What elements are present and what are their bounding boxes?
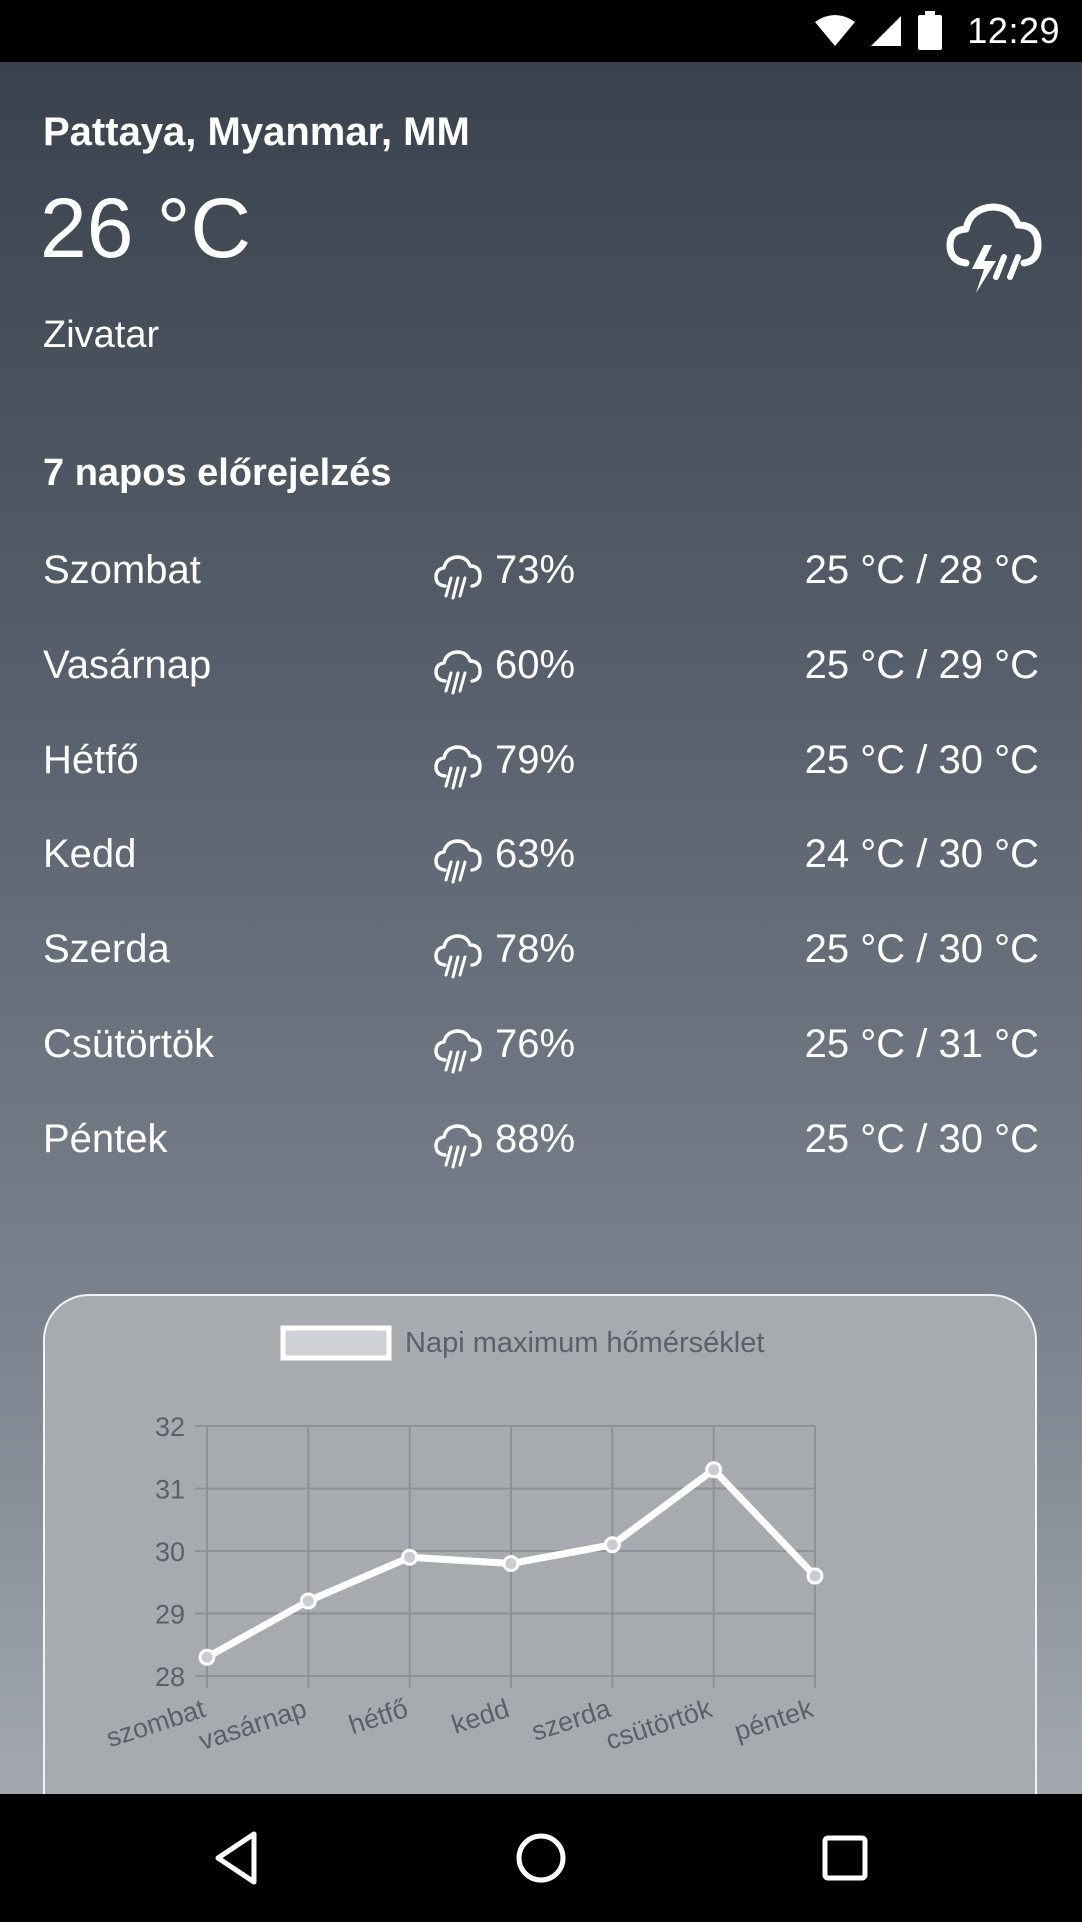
precip-chance: 60% xyxy=(495,643,576,687)
forecast-day: Vasárnap xyxy=(43,643,212,687)
status-time: 12:29 xyxy=(967,10,1060,51)
forecast-row: Csütörtök 76% 25 °C / 31 °C xyxy=(43,1022,1039,1082)
cell-signal-icon xyxy=(871,16,902,46)
back-icon[interactable] xyxy=(208,1828,268,1888)
y-tick-label: 29 xyxy=(155,1600,185,1630)
forecast-title: 7 napos előrejelzés xyxy=(43,452,392,494)
rain-icon xyxy=(433,836,483,886)
y-tick-label: 32 xyxy=(155,1412,185,1442)
temp-range: 24 °C / 30 °C xyxy=(804,832,1039,876)
y-tick-label: 30 xyxy=(155,1537,185,1567)
data-point xyxy=(705,1461,723,1479)
thunderstorm-icon xyxy=(946,203,1042,293)
forecast-day: Csütörtök xyxy=(43,1022,215,1066)
x-tick-label: hétfő xyxy=(345,1693,411,1740)
rain-icon xyxy=(433,647,483,697)
temp-range: 25 °C / 31 °C xyxy=(804,1022,1039,1066)
precip-chance: 88% xyxy=(495,1117,576,1161)
location-title: Pattaya, Myanmar, MM xyxy=(43,110,470,154)
forecast-day: Szombat xyxy=(43,548,201,592)
recents-icon[interactable] xyxy=(815,1828,875,1888)
data-point xyxy=(806,1567,824,1585)
x-tick-label: szerda xyxy=(528,1693,615,1747)
temp-range: 25 °C / 29 °C xyxy=(804,643,1039,687)
rain-icon xyxy=(433,552,483,602)
data-point xyxy=(603,1536,621,1554)
battery-icon xyxy=(918,11,943,50)
legend-swatch xyxy=(280,1325,392,1361)
temp-range: 25 °C / 30 °C xyxy=(804,1117,1039,1161)
forecast-row: Szerda 78% 25 °C / 30 °C xyxy=(43,927,1039,987)
current-condition: Zivatar xyxy=(43,314,160,356)
weather-app: Pattaya, Myanmar, MM 26 °C Zivatar 7 nap… xyxy=(0,62,1082,1794)
precip-chance: 76% xyxy=(495,1022,576,1066)
forecast-row: Szombat 73% 25 °C / 28 °C xyxy=(43,548,1039,608)
x-tick-label: csütörtök xyxy=(602,1693,716,1756)
data-point xyxy=(198,1648,216,1666)
x-tick-label: péntek xyxy=(730,1693,817,1747)
y-tick-label: 28 xyxy=(155,1662,185,1692)
forecast-row: Péntek 88% 25 °C / 30 °C xyxy=(43,1117,1039,1177)
temp-range: 25 °C / 28 °C xyxy=(804,548,1039,592)
y-tick-label: 31 xyxy=(155,1475,185,1505)
rain-icon xyxy=(433,1026,483,1076)
precip-chance: 79% xyxy=(495,738,576,782)
navigation-bar xyxy=(0,1794,1082,1922)
wifi-icon xyxy=(815,15,856,46)
temp-range: 25 °C / 30 °C xyxy=(804,927,1039,971)
x-tick-label: vasárnap xyxy=(195,1693,310,1756)
forecast-day: Kedd xyxy=(43,832,137,876)
data-point xyxy=(502,1555,520,1572)
precip-chance: 78% xyxy=(495,927,576,971)
forecast-day: Szerda xyxy=(43,927,170,971)
chart-grid xyxy=(195,1425,816,1688)
forecast-day: Péntek xyxy=(43,1117,168,1161)
status-icons: 12:29 xyxy=(815,0,1060,62)
x-tick-label: szombat xyxy=(103,1693,210,1753)
forecast-row: Kedd 63% 24 °C / 30 °C xyxy=(43,832,1039,892)
current-temperature: 26 °C xyxy=(40,181,252,275)
temp-range: 25 °C / 30 °C xyxy=(804,738,1039,782)
temperature-chart: Napi maximum hőmérséklet 28 29 30 31 32 szomb… xyxy=(103,1325,824,1756)
rain-icon xyxy=(433,931,483,981)
precip-chance: 73% xyxy=(495,548,576,592)
forecast-row: Hétfő 79% 25 °C / 30 °C xyxy=(43,738,1039,798)
rain-icon xyxy=(433,742,483,792)
legend-label: Napi maximum hőmérséklet xyxy=(405,1327,764,1359)
data-point xyxy=(401,1548,419,1566)
x-tick-label: kedd xyxy=(448,1693,513,1740)
chart-legend: Napi maximum hőmérséklet xyxy=(280,1325,764,1361)
rain-icon xyxy=(433,1121,483,1171)
forecast-row: Vasárnap 60% 25 °C / 29 °C xyxy=(43,643,1039,703)
status-bar: 12:29 xyxy=(0,0,1082,62)
chart-card: Napi maximum hőmérséklet 28 29 30 31 32 szomb… xyxy=(43,1294,1037,1794)
forecast-day: Hétfő xyxy=(43,738,139,782)
data-point xyxy=(299,1592,317,1610)
home-icon[interactable] xyxy=(511,1828,571,1888)
precip-chance: 63% xyxy=(495,832,576,876)
